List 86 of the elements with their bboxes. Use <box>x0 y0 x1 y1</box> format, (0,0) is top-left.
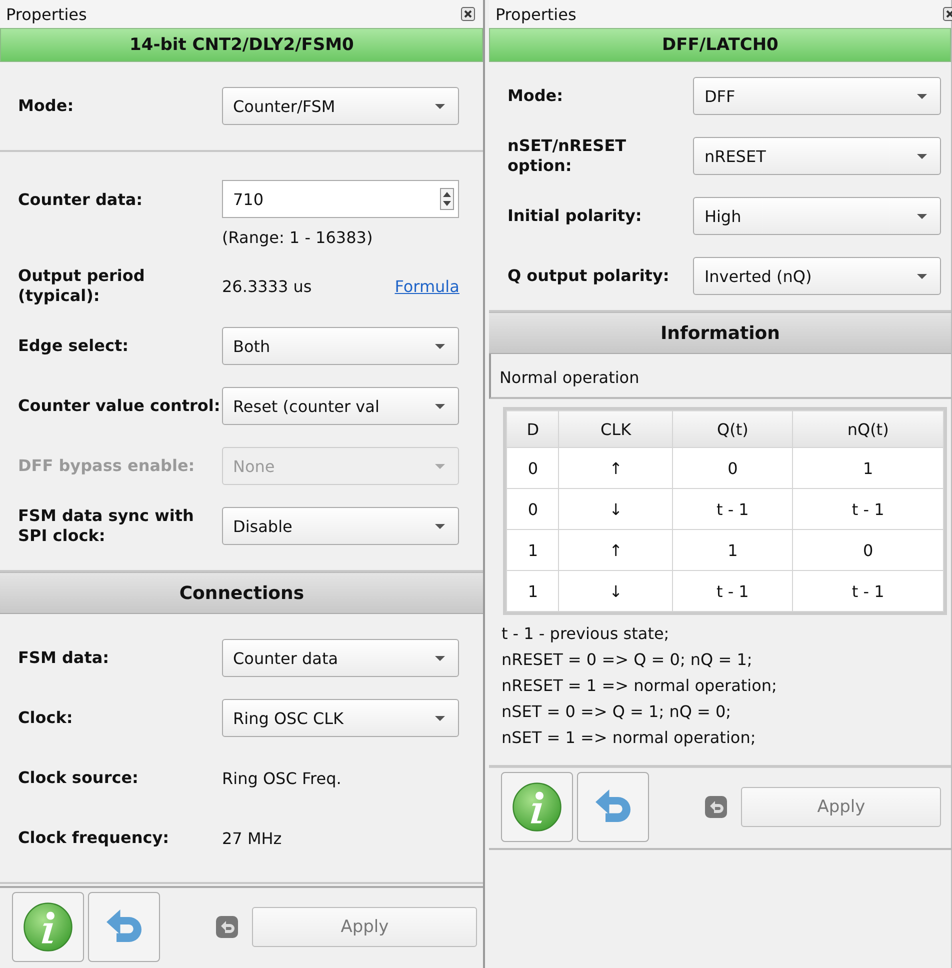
caret-icon <box>434 402 446 410</box>
table-cell: 1 <box>672 530 793 570</box>
field-label: Clock: <box>18 708 74 728</box>
field-value: Ring OSC Freq. <box>222 768 342 788</box>
table-cell: t - 1 <box>792 488 944 530</box>
table-cell: 1 <box>506 530 559 570</box>
table-cell: ↓ <box>558 570 673 612</box>
caret-icon <box>434 102 446 110</box>
info-button[interactable] <box>12 892 84 962</box>
caret-icon <box>434 342 446 350</box>
dropdown[interactable]: nRESET <box>693 137 941 175</box>
column-header: nQ(t) <box>792 410 944 448</box>
dropdown[interactable]: Counter data <box>222 639 460 677</box>
block-heading: DFF/LATCH0 <box>489 28 951 62</box>
panel-title: Properties <box>495 4 576 24</box>
formula-link[interactable]: Formula <box>394 276 460 296</box>
dropdown[interactable]: Counter/FSM <box>222 87 460 125</box>
block-heading: 14-bit CNT2/DLY2/FSM0 <box>0 28 484 62</box>
caret-icon <box>434 522 446 530</box>
column-header: D <box>506 410 559 448</box>
caret-icon <box>916 152 928 160</box>
field-value: 26.3333 us <box>222 276 312 296</box>
legend-text: nRESET = 1 => normal operation; <box>501 675 778 697</box>
dropdown[interactable]: Disable <box>222 507 460 545</box>
section-heading: Connections <box>0 572 484 614</box>
close-icon[interactable] <box>461 7 476 21</box>
undo-button[interactable] <box>577 772 650 842</box>
field-label: DFF bypass enable: <box>18 456 196 476</box>
caret-icon <box>434 714 446 722</box>
table-cell: ↑ <box>558 530 673 570</box>
field-label: Counter value control: <box>18 396 222 416</box>
legend-text: nRESET = 0 => Q = 0; nQ = 1; <box>501 649 754 671</box>
table-cell: t - 1 <box>672 488 793 530</box>
field-label: Counter data: <box>18 189 144 210</box>
dropdown[interactable]: High <box>693 197 941 235</box>
panel-title: Properties <box>6 4 87 24</box>
table-cell: ↑ <box>558 448 673 488</box>
dropdown[interactable]: Ring OSC CLK <box>222 699 460 737</box>
field-label: FSM data sync with SPI clock: <box>18 506 195 546</box>
legend-text: nSET = 1 => normal operation; <box>501 727 757 749</box>
table-cell: t - 1 <box>672 570 793 612</box>
legend-text: t - 1 - previous state; <box>501 623 670 645</box>
field-label: Output period (typical): <box>18 266 146 306</box>
field-label: Clock source: <box>18 768 140 788</box>
field-label: FSM data: <box>18 648 110 668</box>
dropdown[interactable]: Inverted (nQ) <box>693 257 941 295</box>
table-cell: 0 <box>792 530 944 570</box>
field-label: Q output polarity: <box>507 266 670 286</box>
spin-arrows-icon[interactable] <box>440 188 454 210</box>
legend-text: nSET = 0 => Q = 1; nQ = 0; <box>501 701 732 723</box>
caret-icon <box>916 272 928 280</box>
table-cell: 0 <box>506 488 559 530</box>
field-label: nSET/nRESET option: <box>507 136 628 176</box>
table-cell: ↓ <box>558 488 673 530</box>
revert-icon[interactable] <box>216 916 238 938</box>
table-cell: 1 <box>792 448 944 488</box>
spin-box[interactable]: 710 <box>222 180 460 218</box>
caret-icon <box>434 654 446 662</box>
revert-icon[interactable] <box>705 796 728 818</box>
column-header: CLK <box>558 410 673 448</box>
table-cell: 1 <box>506 570 559 612</box>
undo-button[interactable] <box>88 892 160 962</box>
caret-icon <box>434 462 446 470</box>
column-header: Q(t) <box>672 410 793 448</box>
section-heading: Information <box>489 312 951 354</box>
info-icon <box>512 782 562 832</box>
dropdown[interactable]: Reset (counter val <box>222 387 460 425</box>
field-label: Clock frequency: <box>18 828 170 848</box>
field-value: 27 MHz <box>222 828 282 848</box>
info-caption: Normal operation <box>489 354 951 399</box>
caret-icon <box>916 212 928 220</box>
field-label: Mode: <box>18 96 75 116</box>
table-cell: t - 1 <box>792 570 944 612</box>
field-label: Initial polarity: <box>507 206 643 226</box>
apply-button[interactable]: Apply <box>741 787 941 827</box>
info-button[interactable] <box>501 772 574 842</box>
field-label: Edge select: <box>18 336 130 356</box>
table-cell: 0 <box>506 448 559 488</box>
range-note: (Range: 1 - 16383) <box>222 228 373 247</box>
caret-icon <box>916 92 928 100</box>
table-cell: 0 <box>672 448 793 488</box>
info-icon <box>23 902 73 952</box>
dropdown[interactable]: DFF <box>693 77 941 115</box>
dropdown[interactable]: Both <box>222 327 460 365</box>
field-label: Mode: <box>507 86 564 106</box>
apply-button[interactable]: Apply <box>252 907 478 947</box>
